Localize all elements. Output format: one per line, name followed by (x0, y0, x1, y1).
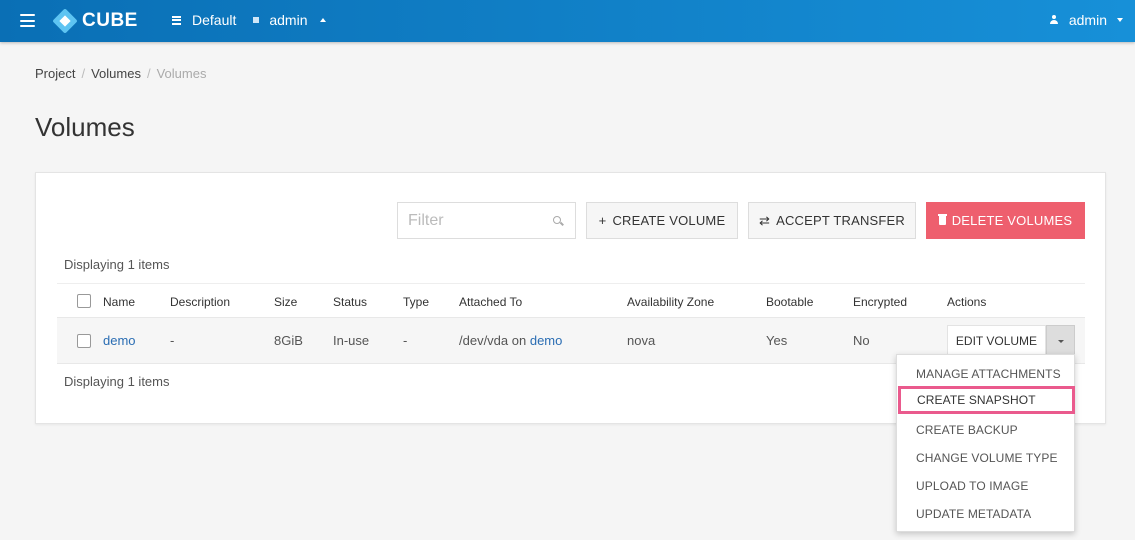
actions-dropdown-menu: MANAGE ATTACHMENTS CREATE SNAPSHOT CREAT… (896, 354, 1075, 532)
volume-size: 8GiB (274, 333, 303, 348)
transfer-icon: ⇄ (758, 212, 771, 228)
menu-item-update-metadata[interactable]: UPDATE METADATA (897, 500, 1074, 528)
breadcrumb-volumes[interactable]: Volumes (91, 66, 141, 81)
filter-input[interactable] (398, 203, 548, 238)
list-icon (172, 15, 181, 25)
domain-name: Default (192, 12, 237, 28)
accept-transfer-button[interactable]: ⇄ ACCEPT TRANSFER (748, 202, 916, 239)
breadcrumb: Project / Volumes / Volumes (35, 66, 206, 81)
caret-up-icon (319, 18, 326, 22)
breadcrumb-current: Volumes (156, 66, 207, 81)
col-status[interactable]: Status (333, 295, 367, 309)
col-type[interactable]: Type (403, 295, 429, 309)
chevron-down-icon (1057, 339, 1064, 343)
delete-volumes-label: DELETE VOLUMES (951, 213, 1073, 228)
volume-status: In-use (333, 333, 370, 348)
user-name: admin (1068, 12, 1107, 28)
volume-zone: nova (627, 333, 656, 348)
project-selector[interactable]: Default admin (172, 12, 326, 28)
menu-item-manage-attachments[interactable]: MANAGE ATTACHMENTS (897, 360, 1074, 388)
project-icon (253, 17, 260, 23)
top-navbar: CUBE Default admin admin (0, 0, 1135, 42)
create-volume-button[interactable]: + CREATE VOLUME (586, 202, 738, 239)
actions-dropdown-toggle[interactable] (1046, 325, 1075, 357)
table-header: Name Description Size Status Type Attach… (57, 283, 1085, 318)
volume-attached-to: /dev/vda on demo (459, 333, 562, 348)
col-availability-zone[interactable]: Availability Zone (627, 295, 714, 309)
volume-encrypted: No (853, 333, 870, 348)
item-count-bottom: Displaying 1 items (64, 374, 170, 389)
breadcrumb-project[interactable]: Project (35, 66, 75, 81)
logo[interactable]: CUBE (52, 8, 138, 34)
attached-instance-link[interactable]: demo (530, 333, 563, 348)
breadcrumb-separator: / (146, 66, 151, 81)
row-actions: EDIT VOLUME (947, 325, 1075, 357)
user-icon (1049, 15, 1058, 25)
volume-bootable: Yes (766, 333, 788, 348)
item-count-top: Displaying 1 items (64, 257, 170, 272)
menu-item-create-backup[interactable]: CREATE BACKUP (897, 416, 1074, 444)
col-size[interactable]: Size (274, 295, 297, 309)
attached-device: /dev/vda on (459, 333, 527, 348)
volume-name-link[interactable]: demo (103, 333, 136, 348)
logo-text: CUBE (82, 10, 138, 31)
volume-type: - (403, 333, 408, 348)
trash-icon (937, 214, 947, 225)
menu-item-upload-to-image[interactable]: UPLOAD TO IMAGE (897, 472, 1074, 500)
menu-item-create-snapshot[interactable]: CREATE SNAPSHOT (898, 386, 1075, 414)
caret-down-icon (1117, 18, 1123, 22)
filter-box (397, 202, 576, 239)
select-all-checkbox[interactable] (77, 294, 91, 308)
col-name[interactable]: Name (103, 295, 135, 309)
row-checkbox[interactable] (77, 334, 91, 348)
delete-volumes-button[interactable]: DELETE VOLUMES (926, 202, 1085, 239)
col-bootable[interactable]: Bootable (766, 295, 813, 309)
project-name: admin (269, 12, 308, 28)
search-icon[interactable] (553, 216, 561, 224)
create-volume-label: CREATE VOLUME (612, 213, 726, 228)
plus-icon: + (598, 213, 607, 228)
page-title: Volumes (35, 112, 135, 142)
accept-transfer-label: ACCEPT TRANSFER (776, 213, 906, 228)
col-actions: Actions (947, 295, 987, 309)
menu-item-change-volume-type[interactable]: CHANGE VOLUME TYPE (897, 444, 1074, 472)
col-encrypted[interactable]: Encrypted (853, 295, 907, 309)
user-menu[interactable]: admin (1049, 12, 1123, 28)
volume-description: - (170, 333, 175, 348)
cube-logo-icon (52, 8, 78, 34)
col-description[interactable]: Description (170, 295, 230, 309)
hamburger-menu-icon[interactable] (20, 14, 35, 27)
col-attached-to[interactable]: Attached To (459, 295, 522, 309)
breadcrumb-separator: / (81, 66, 86, 81)
edit-volume-button[interactable]: EDIT VOLUME (947, 325, 1046, 357)
